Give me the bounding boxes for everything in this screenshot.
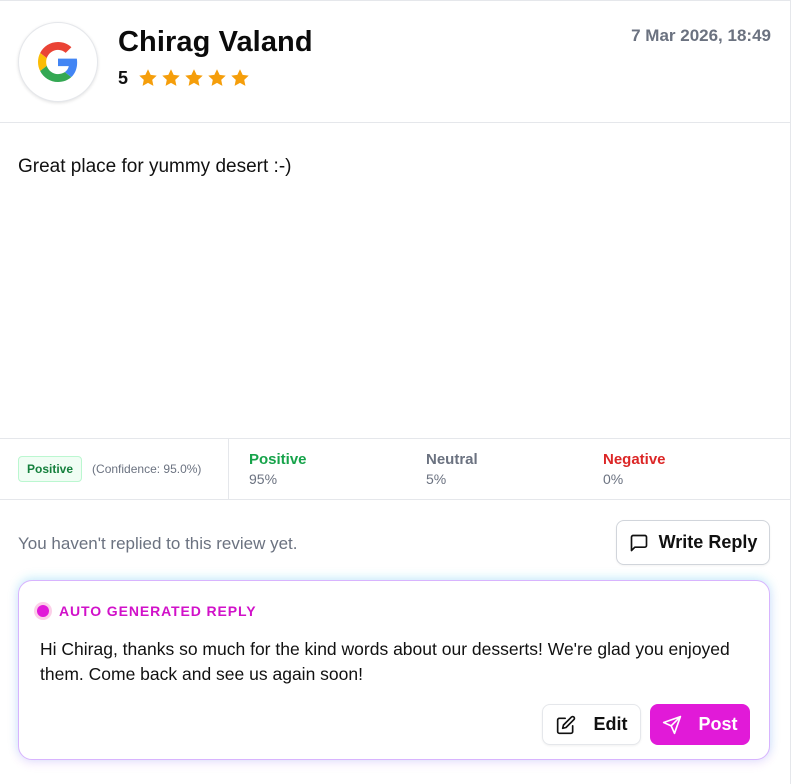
auto-reply-header: AUTO GENERATED REPLY <box>37 603 256 619</box>
post-button[interactable]: Post <box>650 704 750 745</box>
review-card: Chirag Valand 5 7 Mar 2026, 18:49 Great … <box>0 0 791 784</box>
reply-status-text: You haven't replied to this review yet. <box>18 534 298 553</box>
star-icon <box>208 69 226 86</box>
star-icon <box>162 69 180 86</box>
star-icon <box>139 69 157 86</box>
review-timestamp: 7 Mar 2026, 18:49 <box>631 26 771 45</box>
confidence-text: (Confidence: 95.0%) <box>92 462 202 476</box>
edit-button[interactable]: Edit <box>542 704 641 745</box>
sentiment-bar: Positive (Confidence: 95.0%) Positive 95… <box>0 438 791 500</box>
auto-reply-panel: AUTO GENERATED REPLY Hi Chirag, thanks s… <box>18 580 770 760</box>
reviewer-name: Chirag Valand <box>118 26 313 58</box>
auto-reply-title: AUTO GENERATED REPLY <box>59 603 257 619</box>
google-g-icon <box>38 42 78 82</box>
edit-icon <box>556 715 575 734</box>
post-label: Post <box>698 714 738 734</box>
sentiment-neutral: Neutral 5% <box>426 451 478 487</box>
sentiment-neutral-value: 5% <box>426 471 447 487</box>
rating-row: 5 <box>118 67 251 89</box>
sentiment-negative-value: 0% <box>603 471 624 487</box>
review-header: Chirag Valand 5 7 Mar 2026, 18:49 <box>0 1 791 123</box>
status-dot-icon <box>37 605 49 617</box>
sentiment-negative: Negative 0% <box>603 451 666 487</box>
sentiment-summary: Positive (Confidence: 95.0%) <box>0 439 229 499</box>
star-icon <box>231 69 249 86</box>
star-icon <box>185 69 203 86</box>
star-rating <box>137 67 251 89</box>
sentiment-positive: Positive 95% <box>249 451 307 487</box>
sentiment-positive-value: 95% <box>249 471 278 487</box>
sentiment-badge: Positive <box>18 456 83 482</box>
write-reply-label: Write Reply <box>658 532 758 552</box>
send-icon <box>663 715 682 734</box>
edit-label: Edit <box>593 714 628 734</box>
rating-value: 5 <box>118 67 129 88</box>
write-reply-button[interactable]: Write Reply <box>616 520 770 565</box>
message-square-icon <box>630 534 647 551</box>
sentiment-positive-label: Positive <box>249 451 307 468</box>
auto-reply-text: Hi Chirag, thanks so much for the kind w… <box>40 639 730 684</box>
sentiment-negative-label: Negative <box>603 451 666 468</box>
sentiment-neutral-label: Neutral <box>426 451 478 468</box>
review-text: Great place for yummy desert :-) <box>18 156 292 177</box>
avatar <box>18 22 98 102</box>
